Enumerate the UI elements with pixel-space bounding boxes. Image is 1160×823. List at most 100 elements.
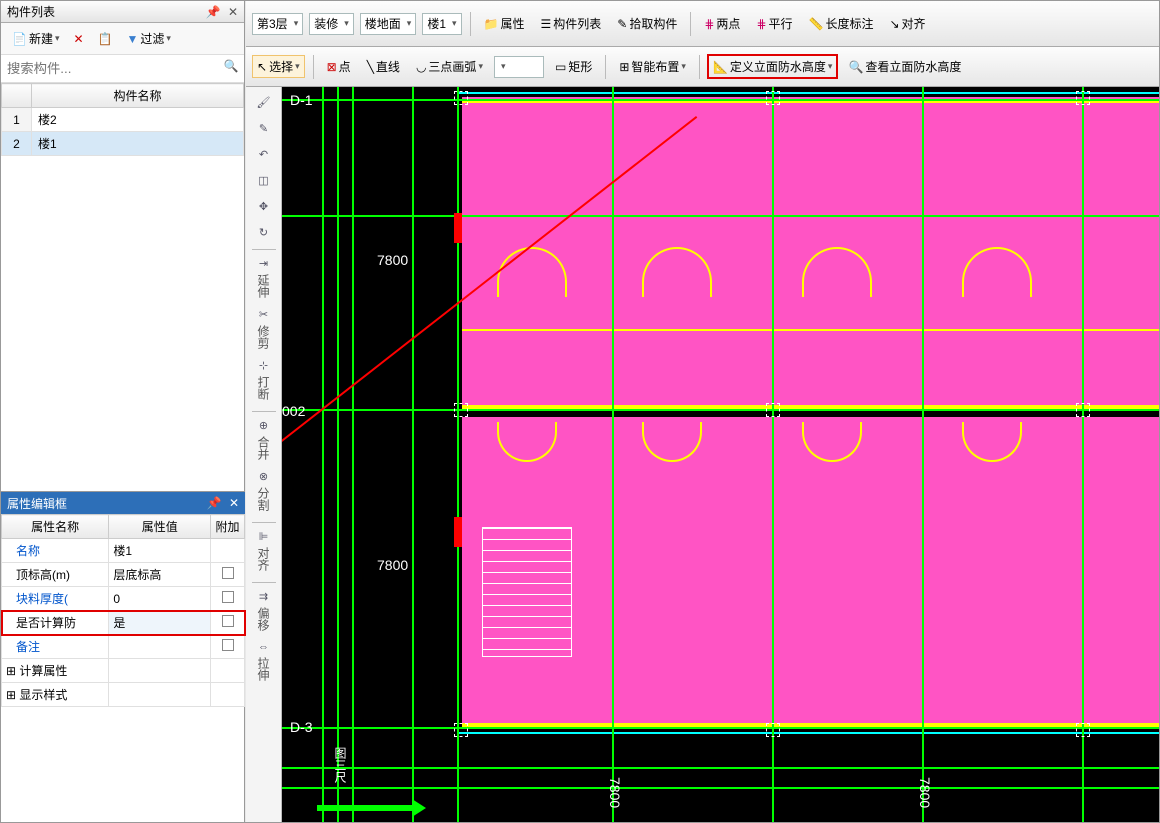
extend-tool[interactable]: ⇥延伸 <box>250 256 278 303</box>
line-button[interactable]: ╲直线 <box>362 55 405 78</box>
handle[interactable] <box>766 91 780 105</box>
prop-row[interactable]: 备注 <box>2 635 245 659</box>
subcategory-combo[interactable]: 楼地面▾ <box>360 13 417 35</box>
prop-value[interactable]: 楼1 <box>109 539 211 563</box>
brush-tool[interactable]: 🖌 <box>250 91 278 113</box>
merge-tool[interactable]: ⊕合并 <box>250 418 278 465</box>
search-input[interactable] <box>4 58 221 79</box>
chevron-down-icon: ▾ <box>681 61 686 72</box>
pick-component-button[interactable]: ✎拾取构件 <box>612 12 682 35</box>
separator <box>470 12 471 36</box>
point-button[interactable]: ⊠点 <box>322 55 356 78</box>
checkbox[interactable] <box>222 567 234 579</box>
floor-combo[interactable]: 第3层▾ <box>252 13 303 35</box>
filter-button[interactable]: ▼ 过滤 ▾ <box>122 27 176 50</box>
prop-extra[interactable] <box>211 635 245 659</box>
align-dim-button[interactable]: ↘对齐 <box>884 12 930 35</box>
properties-label: 属性 <box>500 15 524 32</box>
prop-value[interactable]: 层底标高 <box>109 563 211 587</box>
smart-layout-button[interactable]: ⊞智能布置▾ <box>614 55 691 78</box>
move-tool[interactable]: ✥ <box>250 195 278 217</box>
eyedrop-tool[interactable]: ✎ <box>250 117 278 139</box>
prop-row[interactable]: 名称 楼1 <box>2 539 245 563</box>
properties-button[interactable]: 📁属性 <box>479 12 530 35</box>
prop-value[interactable]: 0 <box>109 587 211 611</box>
merge-label: 合并 <box>255 432 272 464</box>
prop-extra[interactable] <box>211 611 245 635</box>
parallel-label: 平行 <box>769 15 793 32</box>
length-dim-button[interactable]: 📏长度标注 <box>804 12 879 35</box>
handle[interactable] <box>454 91 468 105</box>
table-row[interactable]: 1 楼2 <box>2 108 244 132</box>
col-name[interactable]: 构件名称 <box>32 84 244 108</box>
offset-label: 偏移 <box>255 603 272 635</box>
prop-group-row[interactable]: ⊞ 显示样式 <box>2 683 245 707</box>
close-icon[interactable]: ✕ <box>229 496 239 510</box>
prop-group-row[interactable]: ⊞ 计算属性 <box>2 659 245 683</box>
prop-row[interactable]: 顶标高(m) 层底标高 <box>2 563 245 587</box>
handle[interactable] <box>454 403 468 417</box>
two-point-button[interactable]: ⋕两点 <box>699 12 745 35</box>
parallel-button[interactable]: ⋕平行 <box>751 12 797 35</box>
align-tool[interactable]: ⊫对齐 <box>250 529 278 576</box>
prop-extra[interactable] <box>211 563 245 587</box>
prop-value[interactable]: 是 <box>109 611 211 635</box>
cad-canvas[interactable]: D-1 002 D-3 7800 7800 7800 7800 图三尺 <box>282 87 1159 822</box>
col-prop-name[interactable]: 属性名称 <box>2 515 109 539</box>
cursor-icon: ↖ <box>257 60 267 74</box>
rotate-tool[interactable]: ↻ <box>250 221 278 243</box>
item-combo[interactable]: 楼1▾ <box>422 13 461 35</box>
prop-extra[interactable] <box>211 587 245 611</box>
grid-line <box>457 87 459 822</box>
handle[interactable] <box>1076 403 1090 417</box>
stretch-label: 拉伸 <box>255 653 272 685</box>
mirror-icon: ◫ <box>258 174 268 187</box>
parallel-icon: ⋕ <box>756 17 766 31</box>
handle[interactable] <box>766 723 780 737</box>
line-icon: ╲ <box>367 60 374 74</box>
rect-button[interactable]: ▭矩形 <box>550 55 597 78</box>
table-row[interactable]: 2 楼1 <box>2 132 244 156</box>
pin-icon[interactable]: 📌 <box>207 496 222 510</box>
prop-row[interactable]: 块料厚度( 0 <box>2 587 245 611</box>
prop-value[interactable] <box>109 635 211 659</box>
prop-key: 备注 <box>2 635 109 659</box>
delete-button[interactable]: ✕ <box>69 29 89 49</box>
select-button[interactable]: ↖选择▾ <box>252 55 305 78</box>
checkbox[interactable] <box>222 639 234 651</box>
copy-button[interactable]: 📋 <box>93 29 118 49</box>
wall-line <box>457 92 1159 94</box>
view-waterproof-height-button[interactable]: 🔍查看立面防水高度 <box>843 55 966 78</box>
style-combo[interactable]: ▾ <box>494 56 544 78</box>
arc3-button[interactable]: ◡三点画弧▾ <box>411 55 488 78</box>
col-prop-value[interactable]: 属性值 <box>109 515 211 539</box>
close-icon[interactable]: ✕ <box>228 5 238 19</box>
handle[interactable] <box>1076 723 1090 737</box>
search-button[interactable]: 🔍 <box>221 59 241 79</box>
new-button[interactable]: 📄 新建 ▾ <box>7 27 65 50</box>
category-combo[interactable]: 装修▾ <box>309 13 354 35</box>
mirror-tool[interactable]: ◫ <box>250 169 278 191</box>
stretch-tool[interactable]: ⇔拉伸 <box>250 640 278 686</box>
expand-icon[interactable]: ⊞ <box>6 688 16 702</box>
component-list-button[interactable]: ☰构件列表 <box>536 12 607 35</box>
checkbox[interactable] <box>222 615 234 627</box>
pick-label: 拾取构件 <box>629 15 677 32</box>
trim-tool[interactable]: ✂修剪 <box>250 307 278 354</box>
offset-tool[interactable]: ⇉偏移 <box>250 589 278 636</box>
pin-icon[interactable]: 📌 <box>206 5 221 19</box>
define-waterproof-height-button[interactable]: 📐定义立面防水高度▾ <box>708 55 838 78</box>
undo-tool[interactable]: ↶ <box>250 143 278 165</box>
handle[interactable] <box>1076 91 1090 105</box>
break-tool[interactable]: ⊹打断 <box>250 358 278 405</box>
offset-icon: ⇉ <box>259 590 268 603</box>
handle[interactable] <box>454 723 468 737</box>
handle[interactable] <box>766 403 780 417</box>
column <box>454 213 462 243</box>
col-prop-extra[interactable]: 附加 <box>211 515 245 539</box>
expand-icon[interactable]: ⊞ <box>6 664 16 678</box>
checkbox[interactable] <box>222 591 234 603</box>
split-tool[interactable]: ⊗分割 <box>250 469 278 516</box>
prop-row-highlighted[interactable]: 是否计算防 是 <box>2 611 245 635</box>
dimension-text: 7800 <box>607 777 623 808</box>
